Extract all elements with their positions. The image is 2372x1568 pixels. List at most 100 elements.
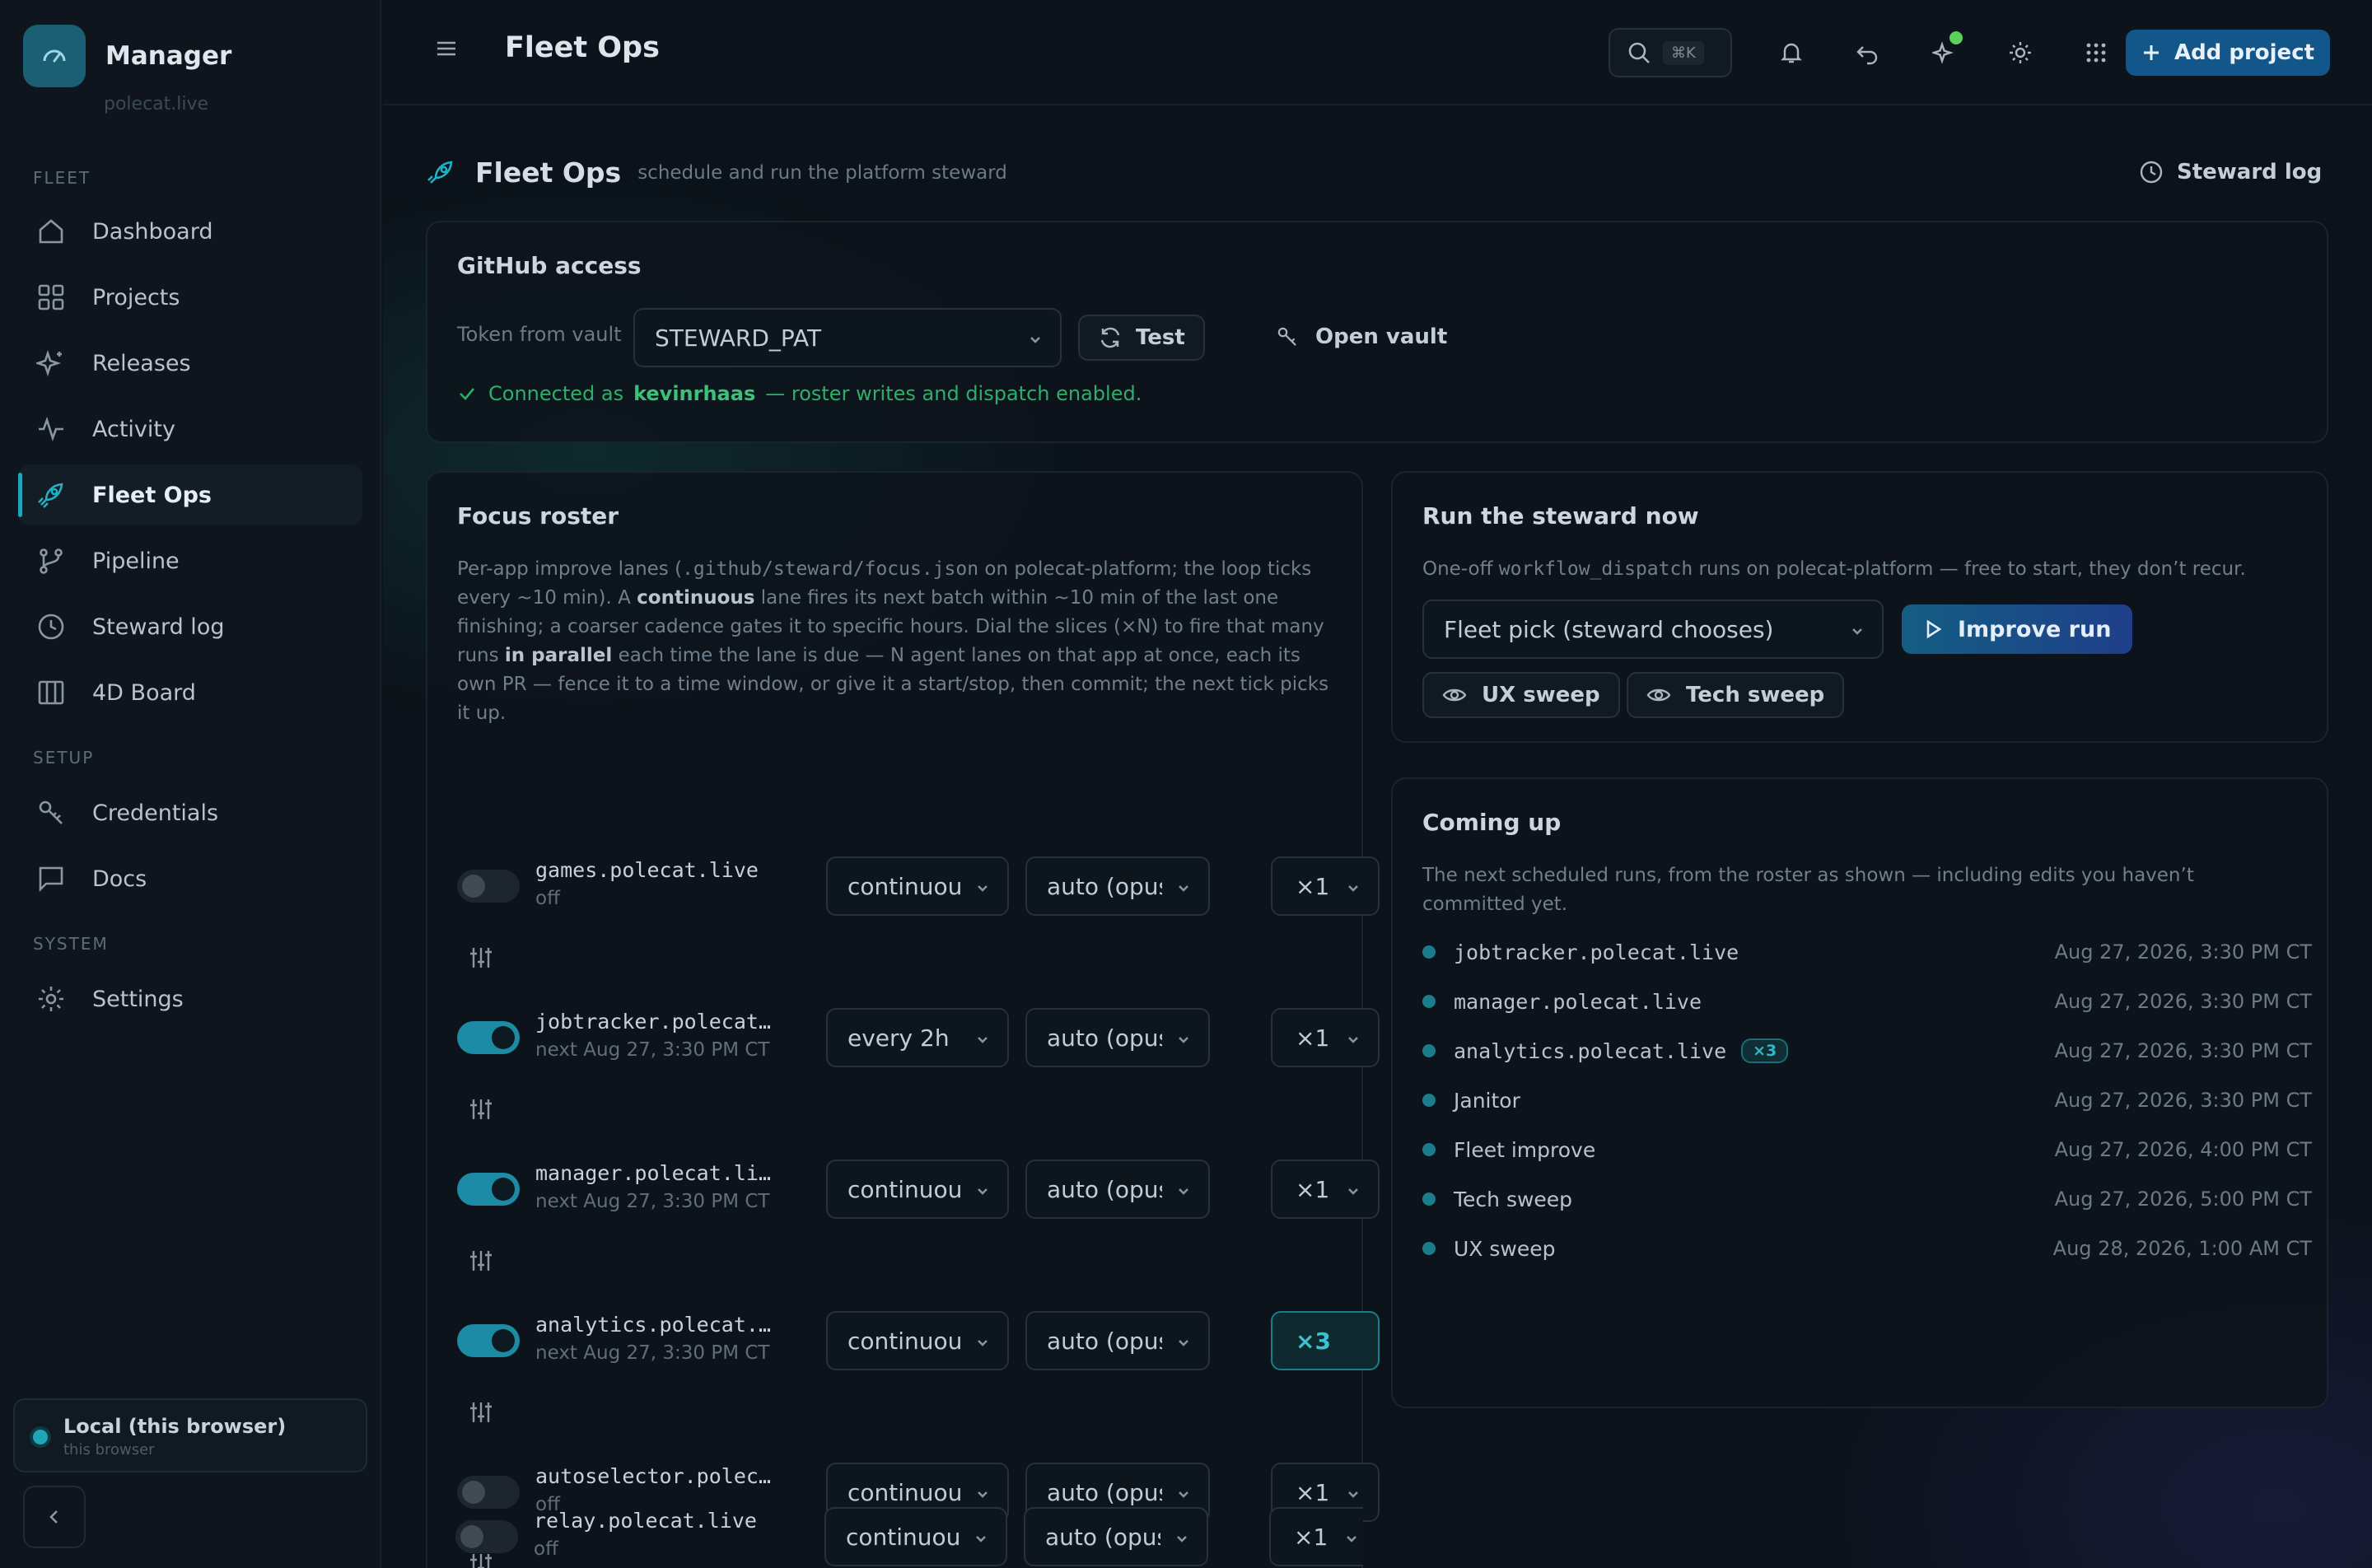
- menu-icon: [437, 41, 455, 56]
- cadence-select[interactable]: every 2h: [826, 1008, 1009, 1067]
- open-vault-button[interactable]: Open vault: [1276, 324, 1447, 349]
- sidebar-item-label: Settings: [92, 986, 184, 1012]
- sun-icon: [2010, 42, 2031, 63]
- status-prefix: Connected as: [488, 382, 624, 405]
- search-button[interactable]: ⌘K: [1609, 28, 1732, 77]
- chevron-down-icon: [1348, 1188, 1358, 1195]
- theme-toggle-button[interactable]: [2004, 36, 2037, 69]
- chevron-down-icon: [1348, 885, 1358, 892]
- ai-assistant-button[interactable]: [1928, 31, 1963, 69]
- sliders-icon[interactable]: [469, 1400, 493, 1425]
- app-subtitle: polecat.live: [104, 94, 209, 114]
- plus-icon: [2143, 45, 2159, 60]
- sliders-icon[interactable]: [469, 1097, 493, 1122]
- cadence-select[interactable]: continuous: [826, 1311, 1009, 1370]
- slices-select[interactable]: ×1: [1271, 1008, 1380, 1067]
- branch-icon: [35, 544, 68, 577]
- play-icon: [1926, 619, 1942, 639]
- sidebar-item-label: Releases: [92, 350, 191, 376]
- sidebar-item-docs[interactable]: Docs: [18, 848, 362, 909]
- card-title: Run the steward now: [1422, 502, 1699, 530]
- chevron-down-icon: [978, 1188, 988, 1195]
- model-select[interactable]: auto (opus): [1025, 1311, 1210, 1370]
- grid-icon: [35, 281, 68, 314]
- sidebar-item-steward-log[interactable]: Steward log: [18, 596, 362, 657]
- clock-icon: [35, 610, 68, 643]
- key-icon: [1277, 327, 1296, 346]
- sidebar-item-releases[interactable]: Releases: [18, 333, 362, 394]
- coming-up-card: Coming up The next scheduled runs, from …: [1391, 777, 2328, 1408]
- fleet-pick-select[interactable]: Fleet pick (steward chooses): [1422, 600, 1884, 659]
- collapse-sidebar-button[interactable]: [23, 1486, 86, 1548]
- rocket-icon: [35, 478, 68, 511]
- test-token-button[interactable]: Test: [1078, 315, 1205, 361]
- upcoming-row: analytics.polecat.live ×3 Aug 27, 2026, 3:…: [1422, 1034, 2312, 1067]
- cadence-select[interactable]: continuous: [826, 1160, 1009, 1219]
- improve-run-button[interactable]: Improve run: [1902, 604, 2133, 654]
- sidebar-item-label: Docs: [92, 866, 147, 892]
- sidebar-item-label: 4D Board: [92, 679, 196, 706]
- lane-status: next Aug 27, 3:30 PM CT: [535, 1039, 770, 1061]
- cadence-select[interactable]: continuous: [826, 856, 1009, 916]
- apps-button[interactable]: [2080, 36, 2113, 69]
- sidebar-item-activity[interactable]: Activity: [18, 399, 362, 460]
- eye-icon: [1442, 688, 1467, 702]
- doc-icon: [35, 862, 68, 895]
- sidebar-item-settings[interactable]: Settings: [18, 968, 362, 1029]
- token-select[interactable]: STEWARD_PAT: [633, 308, 1062, 367]
- sliders-icon[interactable]: [469, 1248, 493, 1273]
- slices-select[interactable]: ×1: [1271, 856, 1380, 916]
- upcoming-row: jobtracker.polecat.live Aug 27, 2026, 3:3…: [1422, 936, 2312, 968]
- sidebar-item-label: Fleet Ops: [92, 482, 212, 508]
- undo-button[interactable]: [1851, 36, 1884, 69]
- key-icon: [35, 796, 68, 829]
- model-select[interactable]: auto (opus): [1024, 1507, 1208, 1566]
- sidebar-item-pipeline[interactable]: Pipeline: [18, 530, 362, 591]
- sidebar-item-credentials[interactable]: Credentials: [18, 782, 362, 843]
- slices-select[interactable]: ×1: [1271, 1160, 1380, 1219]
- focus-roster-card: Focus roster Per-app improve lanes (.git…: [426, 471, 1380, 1568]
- section-label-system: SYSTEM: [33, 934, 109, 954]
- lane-toggle-relay[interactable]: [455, 1520, 518, 1553]
- lane-toggle-jobtracker[interactable]: [457, 1021, 520, 1054]
- lane-name: games.polecat.live: [535, 858, 759, 882]
- chevron-down-icon: [978, 1037, 988, 1043]
- sidebar-item-4d-board[interactable]: 4D Board: [18, 662, 362, 723]
- lane-toggle-games[interactable]: [457, 870, 520, 903]
- cadence-select[interactable]: continuous: [824, 1507, 1007, 1566]
- steward-log-link[interactable]: Steward log: [2139, 160, 2322, 184]
- lane-toggle-analytics[interactable]: [457, 1324, 520, 1357]
- section-title: Fleet Ops: [475, 156, 622, 189]
- sidebar-item-label: Credentials: [92, 800, 219, 826]
- apps-grid-icon: [2086, 43, 2106, 63]
- check-icon: [460, 388, 474, 400]
- chevron-down-icon: [978, 885, 988, 892]
- model-select[interactable]: auto (opus): [1025, 856, 1210, 916]
- sidebar-item-label: Steward log: [92, 614, 225, 640]
- notifications-button[interactable]: [1775, 36, 1808, 69]
- github-access-card: GitHub access Token from vault STEWARD_P…: [426, 221, 2328, 443]
- ux-sweep-button[interactable]: UX sweep: [1422, 672, 1620, 718]
- lane-toggle-manager[interactable]: [457, 1173, 520, 1206]
- workspace-title: Local (this browser): [63, 1415, 287, 1438]
- menu-button[interactable]: [434, 36, 459, 64]
- chevron-down-icon: [1030, 337, 1040, 343]
- sidebar-item-fleet-ops[interactable]: Fleet Ops: [18, 464, 362, 525]
- model-select[interactable]: auto (opus): [1025, 1160, 1210, 1219]
- tech-sweep-button[interactable]: Tech sweep: [1627, 672, 1845, 718]
- token-label: Token from vault: [457, 323, 622, 346]
- add-project-button[interactable]: Add project: [2126, 30, 2330, 76]
- connection-status: Connected as kevinrhaas — roster writes …: [457, 382, 1142, 405]
- rocket-icon: [427, 161, 453, 184]
- clock-icon: [2140, 161, 2163, 184]
- sidebar-item-projects[interactable]: Projects: [18, 267, 362, 328]
- slices-select[interactable]: ×3: [1271, 1311, 1380, 1370]
- model-select[interactable]: auto (opus): [1025, 1008, 1210, 1067]
- sliders-icon[interactable]: [469, 945, 493, 970]
- brand[interactable]: Manager: [23, 25, 231, 87]
- workspace-switcher[interactable]: Local (this browser) this browser: [13, 1398, 367, 1472]
- sidebar-item-dashboard[interactable]: Dashboard: [18, 201, 362, 262]
- connected-user: kevinrhaas: [633, 382, 756, 405]
- section-label-setup: SETUP: [33, 748, 95, 768]
- slices-select[interactable]: ×1: [1269, 1507, 1363, 1566]
